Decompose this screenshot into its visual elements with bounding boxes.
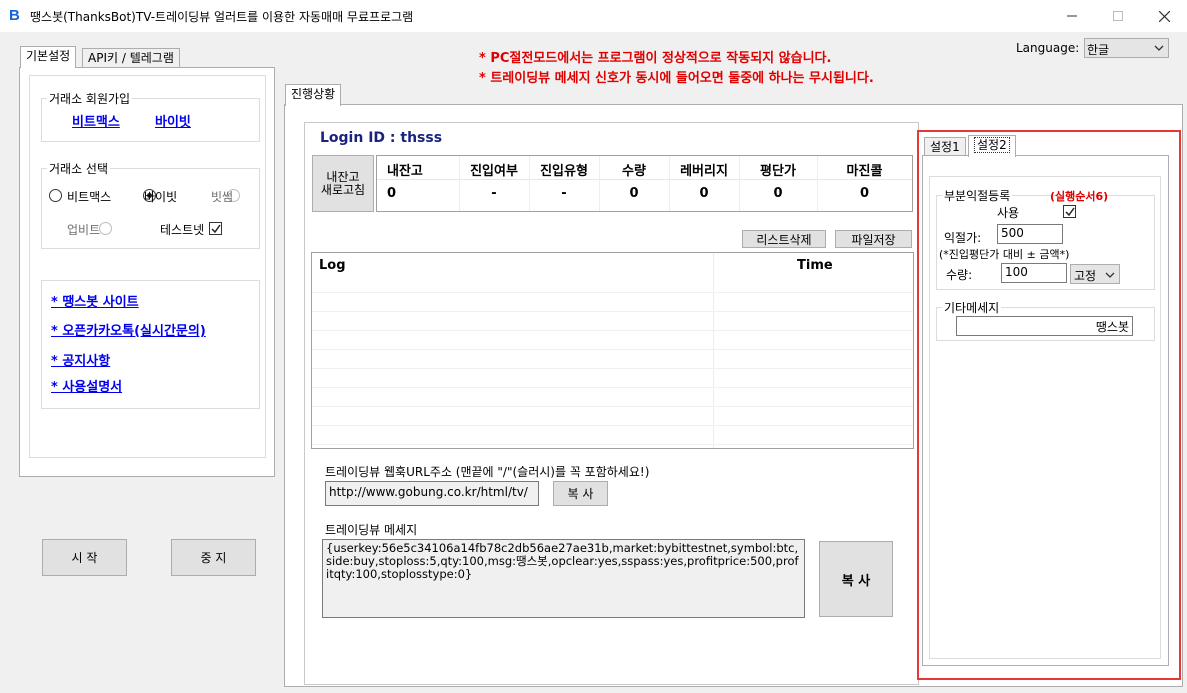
bitmex-signup-link[interactable]: 비트맥스	[72, 111, 120, 130]
tab-progress[interactable]: 진행상황	[285, 84, 342, 106]
language-select[interactable]: 한글	[1084, 38, 1169, 58]
log-row	[312, 275, 913, 293]
bybit-radio-label: 바이빗	[144, 190, 178, 204]
language-label: Language:	[1016, 41, 1080, 55]
col-divider	[669, 156, 670, 211]
bithumb-radio-label: 빗썸	[211, 190, 234, 204]
log-list[interactable]: Log Time	[311, 252, 914, 449]
use-checkbox-label: 사용	[997, 206, 1020, 220]
tp-price-input[interactable]: 500	[997, 224, 1063, 244]
thanksbot-site-link[interactable]: * 땡스봇 사이트	[51, 291, 139, 310]
login-id: Login ID : thsss	[320, 130, 443, 146]
checkmark-icon	[211, 224, 221, 234]
tab-settings-2-label: 설정2	[974, 137, 1010, 153]
chevron-down-icon	[1154, 45, 1164, 51]
notice-signal-conflict: * 트레이딩뷰 메세지 신호가 동시에 들어오면 둘중에 하나는 무시됩니다.	[479, 71, 874, 86]
etc-message-group-label: 기타메세지	[942, 299, 1002, 316]
tp-qty-input[interactable]: 100	[1001, 263, 1067, 283]
language-select-value: 한글	[1087, 43, 1110, 57]
stop-button[interactable]: 중 지	[171, 539, 256, 576]
tab-api-telegram[interactable]: API키 / 텔레그램	[82, 48, 180, 68]
copy-url-button[interactable]: 복 사	[553, 481, 608, 506]
open-kakaotalk-link[interactable]: * 오픈카카오톡(실시간문의)	[51, 320, 206, 339]
tab-basic-settings[interactable]: 기본설정	[20, 46, 77, 68]
log-column-header: Log	[319, 258, 346, 273]
value-entry-status: -	[491, 186, 497, 201]
col-divider	[739, 156, 740, 211]
header-entry-status: 진입여부	[470, 164, 518, 179]
chevron-down-icon	[1105, 272, 1115, 278]
window-title: 땡스봇(ThanksBot)TV-트레이딩뷰 얼러트를 이용한 자동매매 무료프…	[30, 10, 414, 24]
log-row	[312, 408, 913, 426]
log-row	[312, 294, 913, 312]
value-avg-price: 0	[773, 186, 783, 201]
message-label: 트레이딩뷰 메세지	[325, 523, 418, 537]
save-file-button[interactable]: 파일저장	[835, 230, 912, 248]
tp-qty-type-select[interactable]: 고정	[1070, 264, 1120, 284]
value-quantity: 0	[629, 186, 639, 201]
log-row	[312, 313, 913, 331]
maximize-icon	[1113, 11, 1123, 21]
col-divider	[817, 156, 818, 211]
maximize-button	[1095, 0, 1141, 32]
bitmex-radio-label: 비트맥스	[67, 190, 112, 204]
minimize-icon	[1067, 15, 1077, 17]
partial-tp-group-label: 부분익절등록	[942, 187, 1013, 204]
tab-settings-2[interactable]: 설정2	[968, 135, 1016, 157]
bybit-signup-link[interactable]: 바이빗	[155, 111, 191, 130]
copy-message-button[interactable]: 복 사	[819, 541, 893, 617]
start-button[interactable]: 시 작	[42, 539, 127, 576]
value-margin-call: 0	[859, 186, 870, 201]
tp-price-hint: (*진입평단가 대비 ± 금액*)	[939, 248, 1070, 261]
value-entry-type: -	[561, 186, 567, 201]
tab-settings-1[interactable]: 설정1	[924, 137, 966, 157]
log-row	[312, 389, 913, 407]
upbit-radio-label: 업비트	[67, 223, 101, 237]
checkmark-icon	[1065, 207, 1075, 217]
notice-link[interactable]: * 공지사항	[51, 350, 110, 369]
header-quantity: 수량	[622, 164, 646, 179]
header-leverage: 레버리지	[680, 164, 728, 179]
close-button[interactable]	[1141, 0, 1187, 32]
delete-list-button[interactable]: 리스트삭제	[742, 230, 826, 248]
notice-power-saving: * PC절전모드에서는 프로그램이 정상적으로 작동되지 않습니다.	[479, 51, 832, 66]
header-margin-call: 마진콜	[846, 164, 883, 179]
execution-order-note: (실행순서6)	[1050, 190, 1109, 203]
header-avg-price: 평단가	[760, 164, 796, 179]
status-grid: 내잔고 진입여부 진입유형 수량 레버리지 평단가 마진콜 0 - - 0 0 …	[376, 155, 913, 212]
log-row	[312, 427, 913, 445]
webhook-url-label: 트레이딩뷰 웹훅URL주소 (맨끝에 "/"(슬러시)를 꼭 포함하세요!)	[325, 465, 650, 479]
bitmex-radio[interactable]	[49, 189, 62, 202]
col-divider	[529, 156, 530, 211]
etc-message-input[interactable]: 땡스봇	[956, 316, 1133, 336]
log-row	[312, 332, 913, 350]
header-balance: 내잔고	[387, 164, 423, 179]
col-divider	[599, 156, 600, 211]
log-row	[312, 370, 913, 388]
value-leverage: 0	[699, 186, 709, 201]
value-balance: 0	[387, 186, 397, 201]
tp-qty-type-value: 고정	[1074, 269, 1097, 283]
testnet-checkbox-label: 테스트넷	[160, 223, 205, 237]
testnet-checkbox[interactable]	[209, 222, 223, 235]
message-textarea[interactable]: {userkey:56e5c34106a14fb78c2db56ae27ae31…	[322, 539, 805, 618]
app-logo-icon: B	[9, 7, 20, 24]
time-column-header: Time	[797, 258, 833, 273]
exchange-group-label: 거래소 선택	[47, 160, 111, 177]
refresh-balance-button[interactable]: 내잔고 새로고침	[312, 155, 374, 212]
manual-link[interactable]: * 사용설명서	[51, 376, 122, 395]
webhook-url-field[interactable]: http://www.gobung.co.kr/html/tv/	[325, 481, 539, 506]
tp-qty-label: 수량:	[946, 268, 973, 282]
tp-price-label: 익절가:	[944, 231, 982, 245]
header-entry-type: 진입유형	[540, 164, 588, 179]
signup-group-label: 거래소 회원가입	[47, 90, 133, 107]
log-row	[312, 351, 913, 369]
use-checkbox[interactable]	[1063, 205, 1077, 218]
minimize-button[interactable]	[1049, 0, 1095, 32]
close-icon	[1158, 10, 1170, 22]
col-divider	[459, 156, 460, 211]
